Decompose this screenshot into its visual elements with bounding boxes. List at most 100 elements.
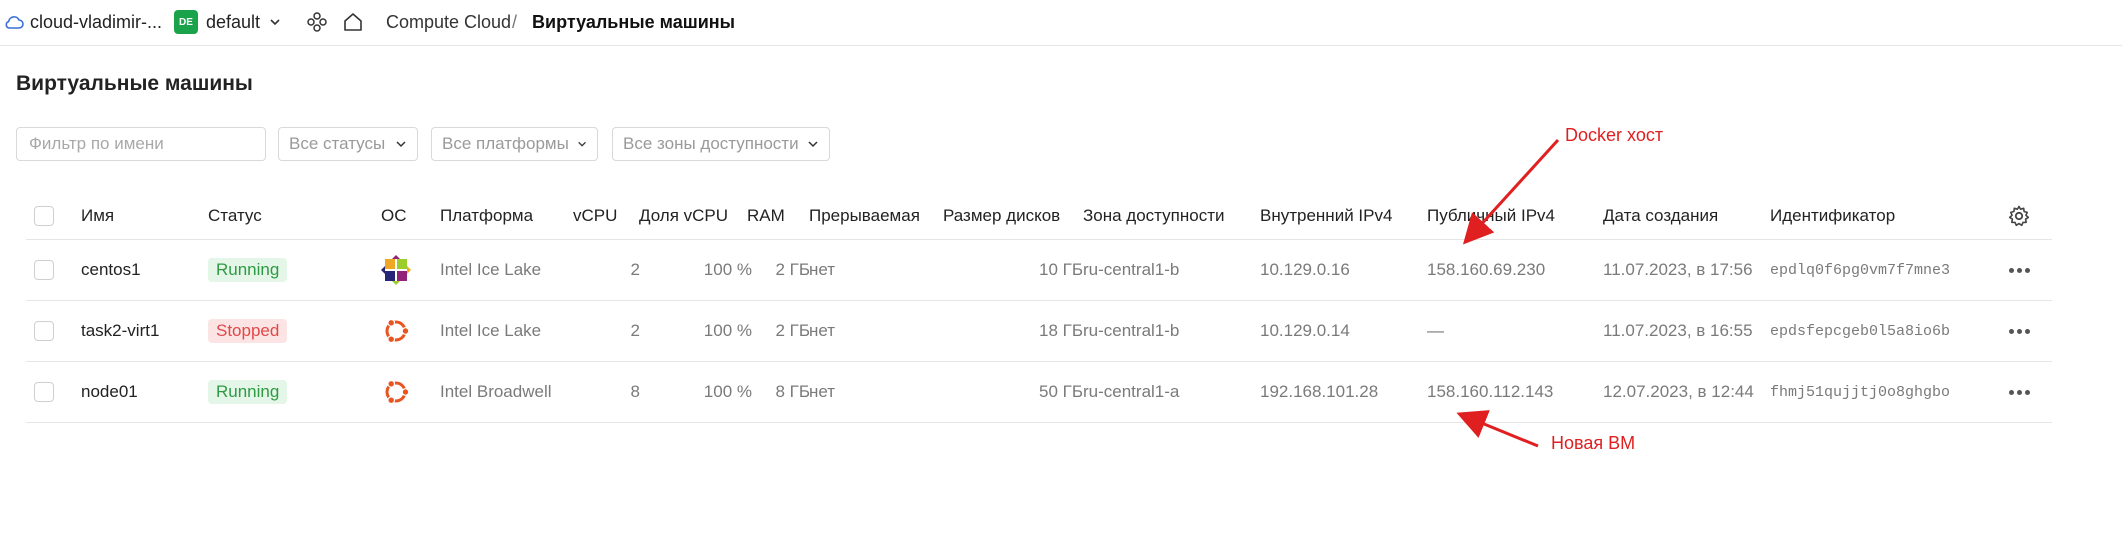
table-header: Имя Статус ОС Платформа vCPU Доля vCPU R… [26, 192, 2052, 240]
folder-badge: DE [174, 10, 198, 34]
name-filter-input[interactable] [27, 133, 255, 155]
row-checkbox-cell[interactable] [34, 301, 56, 361]
id-cell: epdsfepcgeb0l5a8io6b [1770, 322, 1951, 340]
internal-ip-cell: 10.129.0.14 [1260, 321, 1350, 340]
ram-cell: 8 ГБ [775, 382, 810, 401]
row-actions-cell[interactable] [2004, 301, 2034, 361]
cloud-icon [5, 16, 24, 29]
platform-filter-label: Все платформы [442, 134, 569, 153]
select-all-checkbox[interactable] [34, 205, 54, 226]
os-cell [381, 362, 417, 422]
status-cell: Stopped [208, 301, 288, 361]
platform-cell: Intel Ice Lake [440, 260, 542, 279]
folder-name: default [206, 11, 261, 32]
platform-filter[interactable]: Все платформы [431, 127, 598, 161]
column-header-name[interactable]: Имя [81, 192, 114, 239]
status-badge: Stopped [208, 319, 288, 343]
column-header-internal-ip[interactable]: Внутренний IPv4 [1260, 192, 1392, 239]
chevron-down-icon [578, 141, 586, 147]
preemptible-cell: нет [809, 260, 836, 279]
column-header-zone[interactable]: Зона доступности [1083, 192, 1224, 239]
centos-icon [381, 255, 411, 285]
os-cell [381, 240, 417, 300]
status-cell: Running [208, 240, 288, 300]
created-cell: 12.07.2023, в 12:44 [1603, 382, 1754, 401]
vm-name[interactable]: node01 [81, 362, 138, 422]
top-bar: cloud-vladimir-... DE default Compute Cl… [0, 0, 2122, 46]
status-badge: Running [208, 380, 288, 404]
preemptible-cell: нет [809, 382, 836, 401]
row-checkbox[interactable] [34, 321, 54, 341]
internal-ip-cell: 192.168.101.28 [1260, 382, 1379, 401]
public-ip-cell: 158.160.112.143 [1427, 382, 1554, 401]
column-header-disk[interactable]: Размер дисков [943, 192, 1083, 239]
select-all-checkbox-cell[interactable] [34, 192, 56, 239]
status-filter-label: Все статусы [289, 134, 386, 153]
row-checkbox-cell[interactable] [34, 240, 56, 300]
vcpu-share-cell: 100 % [703, 382, 752, 401]
chevron-down-icon [808, 141, 818, 148]
column-header-os[interactable]: ОС [381, 192, 417, 239]
breadcrumb-current: Виртуальные машины [532, 11, 736, 32]
disk-cell: 18 ГБ [1039, 321, 1083, 340]
ram-cell: 2 ГБ [775, 260, 810, 279]
vm-name[interactable]: task2-virt1 [81, 301, 159, 361]
column-header-vcpu-share[interactable]: Доля vCPU [639, 192, 755, 239]
table-row[interactable]: task2-virt1 Stopped Intel Ice Lake 2 100… [26, 301, 2052, 362]
zone-filter-label: Все зоны доступности [623, 134, 799, 153]
column-header-created[interactable]: Дата создания [1603, 192, 1718, 239]
annotation-docker-host: Docker хост [1565, 125, 1664, 145]
more-icon[interactable] [2008, 389, 2030, 395]
column-header-platform[interactable]: Платформа [440, 192, 533, 239]
public-ip-cell: 158.160.69.230 [1427, 260, 1546, 279]
chevron-down-icon [396, 141, 406, 148]
table-row[interactable]: centos1 Running Intel Ice Lake 2 100 % 2… [26, 240, 2052, 301]
column-header-public-ip[interactable]: Публичный IPv4 [1427, 192, 1555, 239]
status-badge: Running [208, 258, 288, 282]
breadcrumb-separator: / [512, 11, 518, 32]
zone-cell: ru-central1-a [1083, 382, 1180, 401]
vcpu-share-cell: 100 % [703, 260, 752, 279]
chevron-down-icon [270, 19, 280, 26]
row-checkbox[interactable] [34, 260, 54, 280]
page-title: Виртуальные машины [16, 72, 253, 95]
row-checkbox[interactable] [34, 382, 54, 402]
internal-ip-cell: 10.129.0.16 [1260, 260, 1350, 279]
disk-cell: 10 ГБ [1039, 260, 1083, 279]
column-header-id[interactable]: Идентификатор [1770, 192, 1895, 239]
row-actions-cell[interactable] [2004, 240, 2034, 300]
more-icon[interactable] [2008, 267, 2030, 273]
column-header-ram[interactable]: RAM [747, 192, 811, 239]
platform-cell: Intel Ice Lake [440, 321, 542, 340]
breadcrumb-compute-cloud[interactable]: Compute Cloud [386, 0, 511, 44]
os-cell [381, 301, 417, 361]
disk-cell: 50 ГБ [1039, 382, 1083, 401]
ubuntu-icon [385, 379, 410, 405]
cloud-name: cloud-vladimir-... [30, 11, 163, 32]
annotation-new-vm: Новая ВМ [1551, 433, 1636, 453]
table-row[interactable]: node01 Running Intel Broadwell 8 100 % 8… [26, 362, 2052, 423]
created-cell: 11.07.2023, в 17:56 [1603, 260, 1753, 279]
more-icon[interactable] [2008, 328, 2030, 334]
vcpu-cell: 2 [630, 321, 640, 340]
ram-cell: 2 ГБ [775, 321, 810, 340]
vm-name[interactable]: centos1 [81, 240, 141, 300]
gear-icon[interactable] [2007, 204, 2031, 228]
name-filter[interactable] [16, 127, 266, 161]
column-header-vcpu[interactable]: vCPU [573, 192, 641, 239]
home-icon[interactable] [342, 0, 364, 44]
row-actions-cell[interactable] [2004, 362, 2034, 422]
zone-filter[interactable]: Все зоны доступности [612, 127, 830, 161]
status-filter[interactable]: Все статусы [278, 127, 418, 161]
cloud-selector[interactable]: cloud-vladimir-... [4, 0, 162, 44]
preemptible-cell: нет [809, 321, 836, 340]
folder-selector[interactable]: DE default [174, 0, 282, 44]
vcpu-cell: 8 [630, 382, 640, 401]
table-settings-cell[interactable] [2004, 192, 2034, 239]
platform-cell: Intel Broadwell [440, 382, 552, 401]
column-header-preemptible[interactable]: Прерываемая [809, 192, 920, 239]
row-checkbox-cell[interactable] [34, 362, 56, 422]
id-cell: fhmj51qujjtj0o8ghgbo [1770, 383, 1951, 401]
column-header-status[interactable]: Статус [208, 192, 262, 239]
services-icon[interactable] [306, 0, 328, 44]
